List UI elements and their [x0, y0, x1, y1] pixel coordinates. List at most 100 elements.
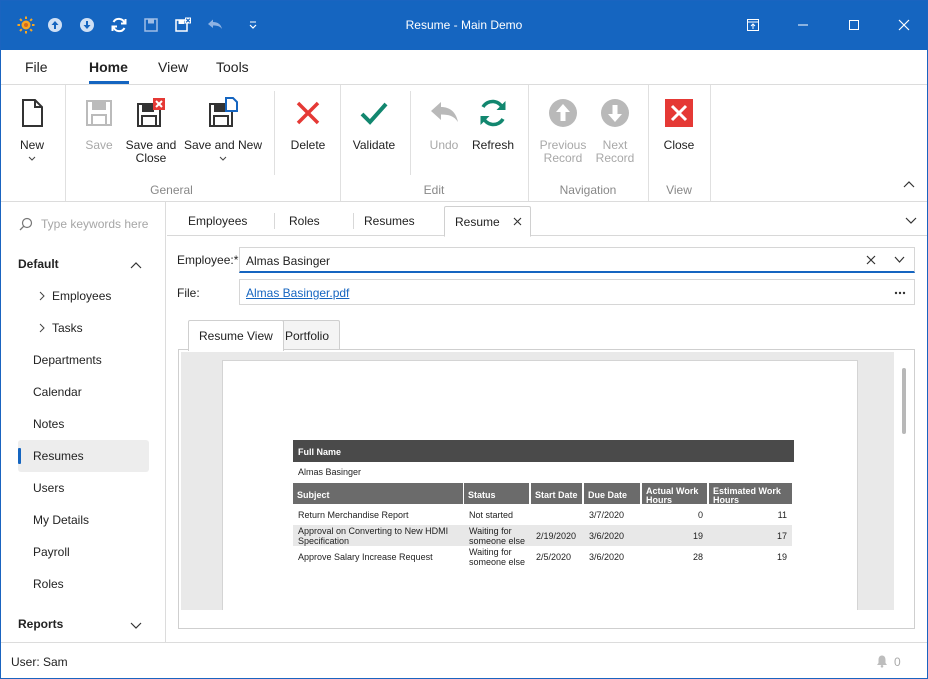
save-and-new-button[interactable]: Save and New [183, 97, 263, 165]
ribbon-group-separator [710, 85, 711, 201]
minimize-icon[interactable] [789, 11, 817, 39]
sidebar-item-notes[interactable]: Notes [18, 408, 149, 440]
cell-estimated-hours: 17 [776, 530, 787, 541]
collapse-ribbon-icon[interactable] [903, 177, 915, 191]
restore-layout-icon[interactable] [739, 11, 767, 39]
cell-estimated-hours: 19 [776, 551, 787, 562]
cell-due-date: 3/6/2020 [589, 530, 625, 541]
previous-record-button[interactable]: Previous Record [533, 97, 593, 165]
navigation-sidebar: Type keywords here Default Employees Tas… [1, 202, 166, 642]
title-bar: Resume - Main Demo [1, 1, 927, 50]
group-label-view: View [666, 183, 692, 197]
sidebar-item-payroll[interactable]: Payroll [18, 536, 149, 568]
cell-status: Waiting for someone else [469, 546, 526, 567]
tab-resume-view[interactable]: Resume View [188, 320, 284, 351]
nav-group-reports[interactable]: Reports [18, 617, 63, 631]
search-placeholder: Type keywords here [41, 217, 149, 231]
table-row: Approval on Converting to New HDMI Speci… [293, 525, 792, 546]
sidebar-item-my-details[interactable]: My Details [18, 504, 149, 536]
tab-portfolio[interactable]: Portfolio [274, 320, 341, 350]
save-and-new-icon [209, 97, 238, 127]
file-label: File: [177, 286, 200, 300]
tab-home[interactable]: Home [89, 59, 128, 75]
file-field[interactable]: Almas Basinger.pdf [239, 279, 915, 305]
doc-tab-resume[interactable]: Resume [444, 206, 531, 237]
save-and-close-button[interactable]: Save and Close [121, 97, 181, 165]
ribbon-tabs: File Home View Tools [1, 50, 927, 85]
sidebar-item-employees[interactable]: Employees [18, 280, 149, 312]
delete-button[interactable]: Delete [278, 97, 338, 152]
tab-file[interactable]: File [25, 59, 48, 75]
sidebar-item-label: Resumes [33, 449, 84, 463]
sidebar-item-label: Notes [33, 417, 65, 431]
cell-start-date: 2/19/2020 [536, 530, 577, 541]
doc-tab-resumes[interactable]: Resumes [364, 214, 415, 228]
refresh-button[interactable]: Refresh [463, 97, 523, 152]
sidebar-item-resumes[interactable]: Resumes [18, 440, 149, 472]
sidebar-item-label: Users [33, 481, 65, 495]
employee-field-value: Almas Basinger [246, 254, 331, 268]
sidebar-item-tasks[interactable]: Tasks [18, 312, 149, 344]
cell-start-date: 2/5/2020 [536, 551, 572, 562]
tab-view[interactable]: View [158, 59, 188, 75]
group-label-edit: Edit [423, 183, 445, 197]
chevron-down-icon [219, 156, 227, 161]
sidebar-item-label: Departments [33, 353, 102, 367]
tabs-overflow-chevron-icon[interactable] [905, 214, 917, 228]
sidebar-item-roles[interactable]: Roles [18, 568, 149, 600]
previous-record-label-2: Record [543, 151, 583, 165]
more-options-icon[interactable] [894, 291, 906, 295]
clear-icon[interactable] [866, 255, 876, 265]
cell-actual-hours: 0 [697, 509, 703, 520]
undo-icon [431, 102, 458, 122]
chevron-down-icon[interactable] [894, 256, 905, 264]
vertical-scrollbar-thumb[interactable] [902, 368, 906, 434]
file-link[interactable]: Almas Basinger.pdf [246, 286, 349, 300]
sidebar-item-departments[interactable]: Departments [18, 344, 149, 376]
close-button[interactable]: Close [649, 97, 709, 152]
nav-group-default[interactable]: Default [18, 257, 59, 271]
arrow-up-circle-icon [549, 99, 577, 127]
tab-tools[interactable]: Tools [216, 59, 249, 75]
table-row: Return Merchandise Report Not started 3/… [293, 504, 792, 525]
app-window: Resume - Main Demo File Home View Tools … [0, 0, 928, 679]
cell-status: Not started [469, 509, 514, 520]
sidebar-item-calendar[interactable]: Calendar [18, 376, 149, 408]
next-record-button[interactable]: Next Record [585, 97, 645, 165]
employee-label: Employee:* [177, 253, 238, 267]
new-document-icon [22, 99, 43, 127]
column-header-status: Status [464, 483, 529, 504]
chevron-down-icon [28, 156, 36, 161]
column-header-start-date: Start Date [531, 483, 582, 504]
save-button[interactable]: Save [69, 97, 129, 152]
chevron-down-icon[interactable] [130, 619, 142, 633]
ribbon-separator [274, 91, 275, 175]
column-header-estimated-work-hours: Estimated Work Hours [709, 483, 792, 504]
search-box[interactable]: Type keywords here [19, 214, 159, 234]
cell-subject: Approve Salary Increase Request [298, 551, 433, 562]
cell-estimated-hours: 11 [777, 509, 787, 520]
doc-tab-roles[interactable]: Roles [289, 214, 320, 228]
status-user: User: Sam [11, 655, 68, 669]
sidebar-item-users[interactable]: Users [18, 472, 149, 504]
ribbon-separator [65, 85, 66, 201]
new-button[interactable]: New [2, 97, 62, 165]
close-tab-icon[interactable] [513, 217, 522, 226]
check-icon [360, 102, 388, 125]
cell-status: Waiting for someone else [469, 525, 526, 546]
validate-button[interactable]: Validate [344, 97, 404, 152]
employee-lookup-field[interactable]: Almas Basinger [239, 247, 915, 273]
pdf-page: Full Name Almas Basinger Subject Status … [222, 360, 858, 610]
save-icon [86, 100, 112, 126]
maximize-icon[interactable] [840, 11, 868, 39]
bell-icon[interactable] [875, 654, 889, 668]
validate-button-label: Validate [352, 138, 396, 152]
chevron-up-icon[interactable] [130, 258, 142, 272]
ribbon-separator [410, 91, 411, 175]
report-full-name: Almas Basinger [298, 467, 362, 477]
close-window-icon[interactable] [890, 11, 918, 39]
save-button-label: Save [85, 138, 113, 152]
doc-tab-employees[interactable]: Employees [188, 214, 247, 228]
refresh-icon [480, 99, 506, 127]
sidebar-item-label: Payroll [33, 545, 70, 559]
